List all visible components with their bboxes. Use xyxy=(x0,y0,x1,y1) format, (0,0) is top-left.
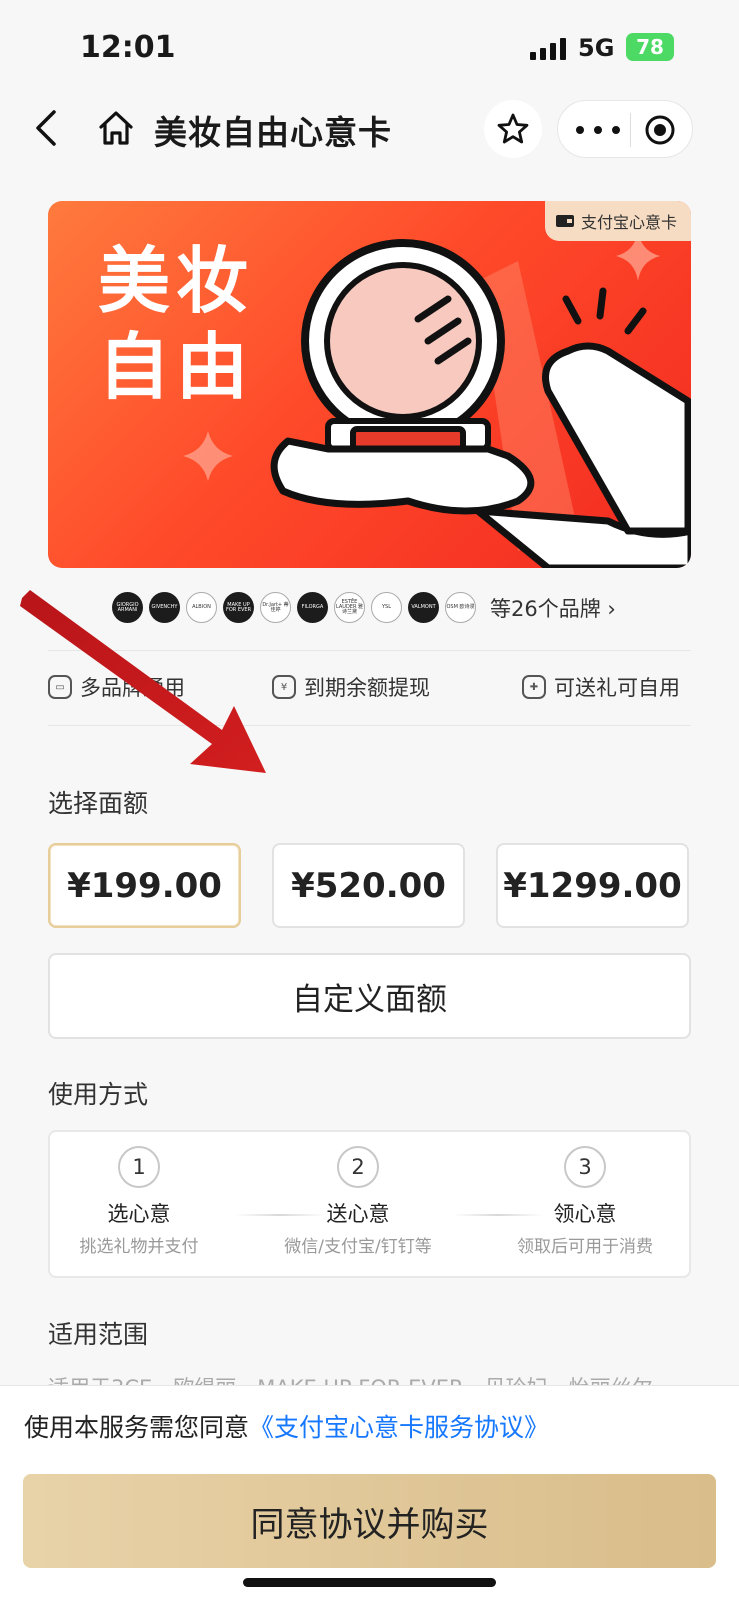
brand-list[interactable]: GIORGIO ARMANI GIVENCHY ALBION MAKE UP F… xyxy=(112,592,616,623)
step-item: 3 领心意 领取后可用于消费 xyxy=(480,1146,690,1257)
agreement-text: 使用本服务需您同意《支付宝心意卡服务协议》 xyxy=(24,1408,549,1444)
nav-bar: 美妆自由心意卡 xyxy=(0,92,739,168)
status-time: 12:01 xyxy=(80,30,176,65)
feature-label: 多品牌通用 xyxy=(80,676,185,700)
step-name: 送心意 xyxy=(326,1202,390,1226)
agree-and-buy-button[interactable]: 同意协议并购买 xyxy=(23,1474,716,1568)
feature-item: ¥ 到期余额提现 xyxy=(272,672,430,702)
divider xyxy=(48,725,691,726)
chevron-left-icon xyxy=(36,110,56,146)
feature-label: 可送礼可自用 xyxy=(554,676,680,700)
bottom-action-bar: 使用本服务需您同意《支付宝心意卡服务协议》 同意协议并购买 xyxy=(0,1385,739,1600)
step-number: 1 xyxy=(118,1146,160,1188)
favorite-button[interactable] xyxy=(484,100,542,158)
step-item: 1 选心意 挑选礼物并支付 xyxy=(34,1146,244,1257)
card-icon xyxy=(555,215,574,227)
alipay-gift-card-tag: 支付宝心意卡 xyxy=(544,201,691,241)
home-button[interactable] xyxy=(96,108,136,148)
capsule-divider xyxy=(630,113,631,147)
divider xyxy=(48,650,691,651)
agreement-link[interactable]: 《支付宝心意卡服务协议》 xyxy=(249,1413,549,1442)
star-icon xyxy=(497,113,529,144)
amount-option-520[interactable]: ¥520.00 xyxy=(272,843,465,928)
brand-logo-armani: GIORGIO ARMANI xyxy=(112,592,143,623)
brand-logo-valmont: VALMONT xyxy=(408,592,439,623)
denomination-title: 选择面额 xyxy=(48,789,149,818)
feature-item: ✚ 可送礼可自用 xyxy=(522,672,680,702)
usage-title: 使用方式 xyxy=(48,1080,149,1109)
brand-logo-makeupforever: MAKE UP FOR EVER xyxy=(223,592,254,623)
back-button[interactable] xyxy=(28,108,68,148)
gift-icon: ✚ xyxy=(522,675,546,699)
amount-option-199[interactable]: ¥199.00 xyxy=(48,843,241,928)
custom-amount-button[interactable]: 自定义面额 xyxy=(48,953,691,1039)
more-button[interactable] xyxy=(576,115,620,145)
brand-logo-osm: OSM 欧诗漫 xyxy=(445,592,476,623)
wallet-icon: ¥ xyxy=(272,675,296,699)
brand-logo-ysl: YSL xyxy=(371,592,402,623)
card-icon: ▭ xyxy=(48,675,72,699)
step-number: 3 xyxy=(564,1146,606,1188)
usage-steps: 1 选心意 挑选礼物并支付 2 送心意 微信/支付宝/钉钉等 3 领心意 领取后… xyxy=(48,1130,691,1278)
home-icon xyxy=(99,111,133,145)
signal-icon xyxy=(530,38,566,60)
feature-item: ▭ 多品牌通用 xyxy=(48,672,185,702)
step-name: 选心意 xyxy=(107,1202,171,1226)
home-indicator xyxy=(243,1578,496,1587)
close-button[interactable] xyxy=(644,114,676,146)
battery-icon: 78 xyxy=(626,33,674,61)
amount-option-1299[interactable]: ¥1299.00 xyxy=(496,843,689,928)
step-name: 领心意 xyxy=(553,1202,617,1226)
feature-row: ▭ 多品牌通用 ¥ 到期余额提现 ✚ 可送礼可自用 xyxy=(48,672,691,708)
card-banner: 支付宝心意卡 美妆 自由 xyxy=(48,201,691,568)
banner-title-line2: 自由 xyxy=(98,325,255,409)
more-brands-link[interactable]: 等26个品牌 › xyxy=(490,593,616,623)
step-number: 2 xyxy=(337,1146,379,1188)
status-bar: 12:01 5G 78 xyxy=(0,0,739,90)
brand-logo-drjart: Dr.Jart+ 蒂佳婷 xyxy=(260,592,291,623)
step-item: 2 送心意 微信/支付宝/钉钉等 xyxy=(253,1146,463,1257)
tag-label: 支付宝心意卡 xyxy=(580,213,677,232)
scope-title: 适用范围 xyxy=(48,1320,149,1349)
brand-logo-filorga: FILORGA xyxy=(297,592,328,623)
agreement-prefix: 使用本服务需您同意 xyxy=(24,1413,250,1442)
mini-program-capsule xyxy=(557,100,693,158)
step-desc: 领取后可用于消费 xyxy=(517,1237,653,1257)
brand-logo-givenchy: GIVENCHY xyxy=(149,592,180,623)
network-type: 5G xyxy=(578,34,615,62)
target-icon xyxy=(645,115,675,145)
step-desc: 挑选礼物并支付 xyxy=(79,1237,199,1257)
feature-label: 到期余额提现 xyxy=(304,676,430,700)
step-desc: 微信/支付宝/钉钉等 xyxy=(284,1237,432,1257)
banner-title-line1: 美妆 xyxy=(98,239,255,323)
page-title: 美妆自由心意卡 xyxy=(154,113,392,152)
brand-logo-albion: ALBION xyxy=(186,592,217,623)
brand-logo-esteelauder: ESTĒE LAUDER 雅诗兰黛 xyxy=(334,592,365,623)
